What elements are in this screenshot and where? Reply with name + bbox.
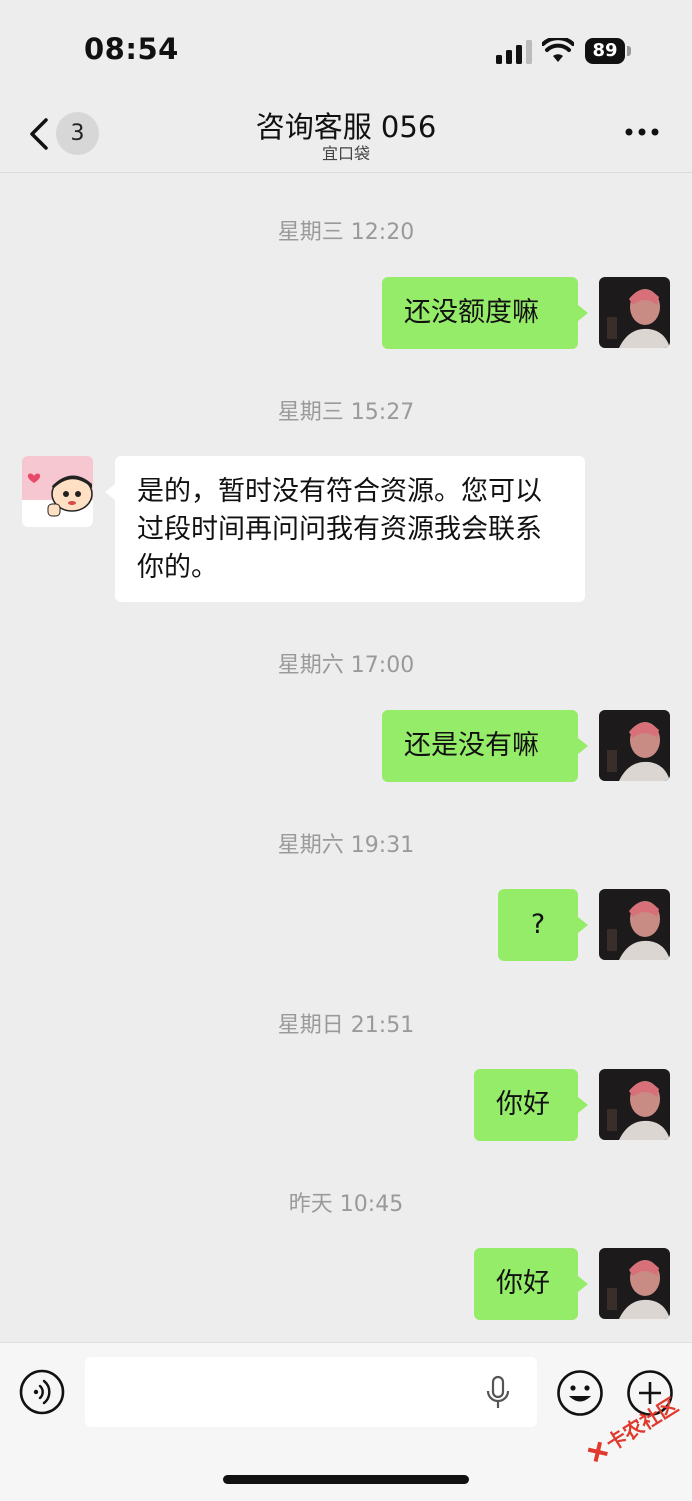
outgoing-message-bubble[interactable]: 还没额度嘛 (382, 277, 588, 349)
my-avatar[interactable] (599, 710, 670, 781)
message-timestamp: 星期六 17:00 (277, 653, 415, 678)
outgoing-message-bubble[interactable]: 你好 (474, 1069, 588, 1141)
message-timestamp: 星期六 19:31 (277, 833, 415, 858)
my-avatar[interactable] (599, 889, 670, 960)
status-bar: 08:54 89 (0, 0, 692, 100)
battery-icon: 89 (585, 38, 631, 64)
my-avatar[interactable] (599, 1248, 670, 1319)
message-timestamp: 星期三 12:20 (277, 220, 415, 245)
chat-subtitle: 宜口袋 (321, 144, 370, 163)
voice-input-icon[interactable] (19, 1369, 65, 1415)
my-avatar[interactable] (599, 1069, 670, 1140)
chat-header: 3 咨询客服 056 宜口袋 (0, 100, 692, 173)
home-indicator[interactable] (223, 1475, 469, 1484)
my-avatar[interactable] (599, 277, 670, 348)
message-timestamp: 昨天 10:45 (288, 1192, 404, 1217)
emoji-icon[interactable] (556, 1369, 604, 1417)
outgoing-message-bubble[interactable]: 你好 (474, 1248, 588, 1320)
cellular-signal-icon (496, 40, 532, 64)
microphone-icon[interactable] (485, 1375, 511, 1411)
outgoing-message-bubble[interactable]: 还是没有嘛 (382, 710, 588, 782)
message-text-field[interactable] (85, 1357, 537, 1427)
wifi-icon (542, 38, 574, 62)
message-timestamp: 星期日 21:51 (277, 1013, 415, 1038)
message-timestamp: 星期三 15:27 (277, 400, 415, 425)
incoming-message-bubble[interactable]: 是的，暂时没有符合资源。您可以过段时间再问问我有资源我会联系你的。 (105, 456, 585, 602)
contact-avatar[interactable] (22, 456, 93, 527)
battery-level: 89 (585, 38, 625, 64)
status-time: 08:54 (84, 32, 179, 66)
outgoing-message-bubble[interactable]: ? (498, 889, 588, 961)
more-options-icon[interactable] (624, 126, 660, 138)
